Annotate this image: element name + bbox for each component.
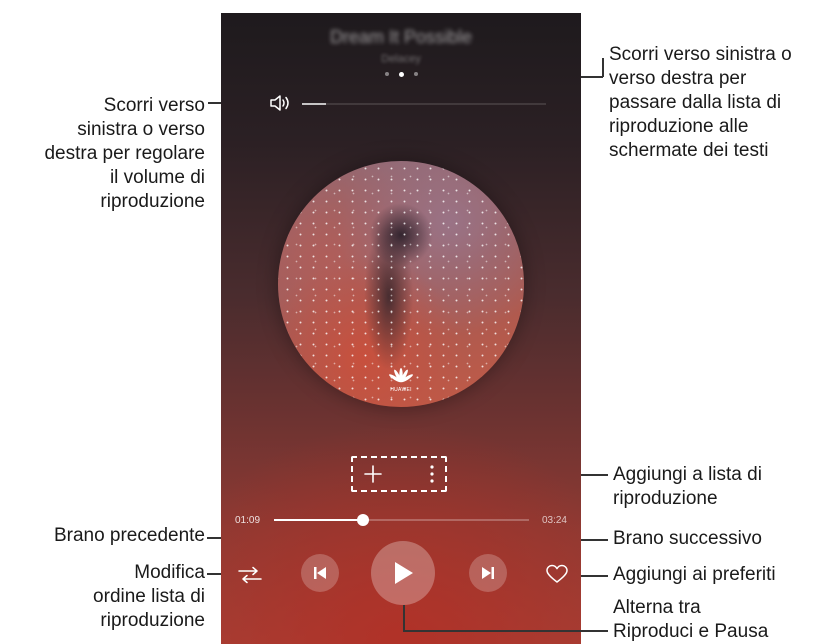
callout-favorite: Aggiungi ai preferiti xyxy=(613,563,776,587)
callout-swipe-line: Scorri verso sinistra o xyxy=(609,44,792,65)
add-icon[interactable] xyxy=(362,463,384,485)
callout-shuffle-line: Modifica xyxy=(134,562,205,583)
callout-volume-line: Scorri verso xyxy=(103,95,205,116)
callout-volume: Scorri verso sinistra o verso destra per… xyxy=(44,94,205,214)
leader-play-pause xyxy=(403,630,608,632)
current-time: 01:09 xyxy=(235,515,261,526)
callout-next-line: Brano successivo xyxy=(613,528,762,549)
song-title: Dream It Possible xyxy=(329,27,473,47)
next-track-button[interactable] xyxy=(469,554,507,592)
page-dot xyxy=(385,72,389,76)
huawei-logo-icon xyxy=(389,368,413,383)
callout-swipe-line: riproduzione alle xyxy=(609,116,749,137)
huawei-logo-text: HUAWEI xyxy=(390,387,412,393)
callout-previous-line: Brano precedente xyxy=(53,525,205,546)
callout-shuffle-line: riproduzione xyxy=(100,610,205,631)
callout-previous: Brano precedente xyxy=(54,524,205,548)
more-vertical-icon[interactable] xyxy=(429,464,435,484)
callout-volume-line: destra per regolare xyxy=(44,143,205,164)
callout-favorite-line: Aggiungi ai preferiti xyxy=(613,564,776,585)
play-icon xyxy=(395,562,413,584)
callout-swipe-line: schermate dei testi xyxy=(609,140,769,161)
volume-slider-fill xyxy=(302,103,327,105)
previous-track-button[interactable] xyxy=(301,554,339,592)
music-player-screen: Dream It Possible Delacey HUAWEI 01:09 0… xyxy=(221,13,581,644)
callout-shuffle-line: ordine lista di xyxy=(93,586,205,607)
callout-swipe: Scorri verso sinistra o verso destra per… xyxy=(609,43,792,163)
heart-icon[interactable] xyxy=(545,564,569,584)
callout-volume-line: riproduzione xyxy=(100,191,205,212)
shuffle-icon[interactable] xyxy=(237,566,263,584)
page-indicator[interactable] xyxy=(385,71,418,77)
callout-play-pause-line: Alterna tra xyxy=(613,597,701,618)
progress-thumb[interactable] xyxy=(357,514,370,526)
skip-previous-icon xyxy=(314,567,326,579)
callout-swipe-line: verso destra per xyxy=(609,68,747,89)
leader-swipe xyxy=(602,58,604,77)
page-dot xyxy=(414,72,418,76)
total-time: 03:24 xyxy=(541,515,567,526)
callout-volume-line: sinistra o verso xyxy=(77,119,205,140)
leader-play-pause xyxy=(403,605,405,631)
play-pause-button[interactable] xyxy=(371,541,435,605)
callout-play-pause: Alterna tra Riproduci e Pausa xyxy=(613,596,768,644)
callout-add-playlist: Aggiungi a lista di riproduzione xyxy=(613,463,762,511)
skip-next-icon xyxy=(482,567,494,579)
volume-slider[interactable] xyxy=(302,103,546,105)
volume-icon[interactable] xyxy=(269,94,291,112)
album-artwork[interactable]: HUAWEI xyxy=(278,161,524,407)
callout-add-playlist-line: Aggiungi a lista di xyxy=(613,464,762,485)
callout-play-pause-line: Riproduci e Pausa xyxy=(613,621,769,642)
callout-next: Brano successivo xyxy=(613,527,762,551)
artist-name: Delacey xyxy=(381,53,421,65)
callout-add-playlist-line: riproduzione xyxy=(613,488,718,509)
callout-volume-line: il volume di xyxy=(109,167,205,188)
callout-shuffle: Modifica ordine lista di riproduzione xyxy=(93,561,205,633)
callout-swipe-line: passare dalla lista di xyxy=(609,92,782,113)
progress-bar[interactable] xyxy=(274,514,529,526)
page-dot-active xyxy=(399,71,404,77)
progress-bar-fill xyxy=(274,519,364,521)
